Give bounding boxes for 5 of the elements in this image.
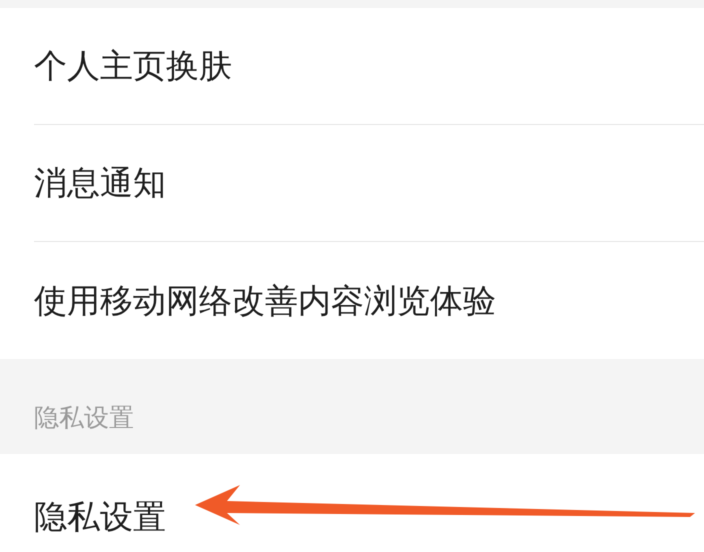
settings-item[interactable]: 消息通知 — [34, 158, 166, 208]
settings-item[interactable]: 使用移动网络改善内容浏览体验 — [34, 276, 496, 326]
settings-item[interactable]: 个人主页换肤 — [34, 41, 232, 91]
section-header: 隐私设置 — [34, 402, 134, 434]
settings-item[interactable]: 隐私设置 — [34, 492, 166, 542]
